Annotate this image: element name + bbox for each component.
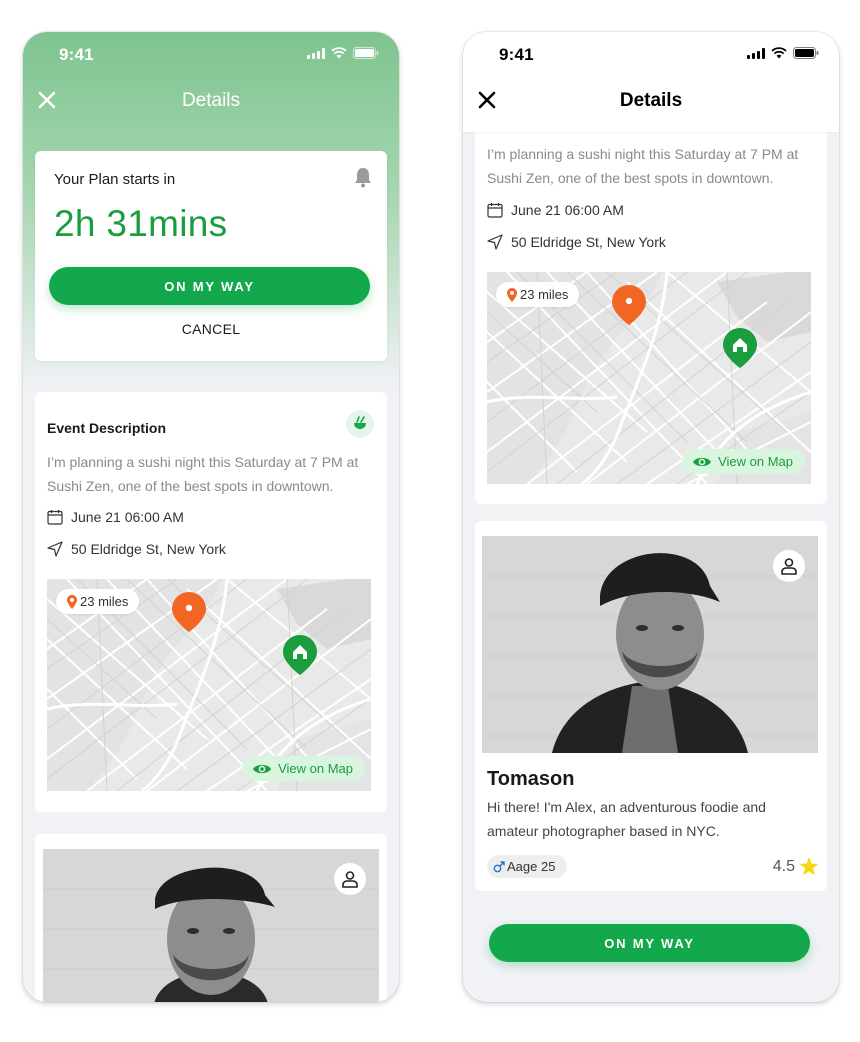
status-icons <box>747 47 819 59</box>
wifi-icon <box>771 47 787 59</box>
calendar-icon <box>47 510 63 525</box>
star-icon <box>799 857 819 876</box>
view-on-map-button[interactable]: View on Map <box>682 449 805 474</box>
profile-name: Tomason <box>487 768 575 790</box>
event-address: 50 Eldridge St, New York <box>71 541 226 557</box>
view-on-map-label: View on Map <box>278 761 353 776</box>
cancel-button[interactable]: CANCEL <box>35 321 387 337</box>
distance-badge: 23 miles <box>496 282 580 307</box>
event-description: I’m planning a sushi night this Saturday… <box>487 146 799 186</box>
countdown-timer: 2h 31mins <box>54 203 228 244</box>
event-date: June 21 06:00 AM <box>511 202 624 218</box>
on-my-way-button[interactable]: ON MY WAY <box>489 924 810 962</box>
rating-value: 4.5 <box>772 857 795 875</box>
status-time: 9:41 <box>59 45 94 64</box>
event-address-row: 50 Eldridge St, New York <box>487 234 666 250</box>
nav-bar: Details <box>23 82 399 118</box>
battery-icon <box>793 47 819 59</box>
nav-bar: Details <box>463 82 839 118</box>
location-pin-icon <box>67 594 77 609</box>
user-profile-icon[interactable] <box>773 550 805 582</box>
page-title: Details <box>619 90 683 111</box>
event-card: I’m planning a sushi night this Saturday… <box>475 92 827 504</box>
status-time: 9:41 <box>499 45 534 64</box>
event-date: June 21 06:00 AM <box>71 509 184 525</box>
profile-card-partial <box>35 834 387 1002</box>
distance-text: 23 miles <box>520 287 569 302</box>
bell-icon[interactable] <box>353 166 373 188</box>
plan-label: Your Plan starts in <box>54 171 176 188</box>
battery-icon <box>353 47 379 59</box>
destination-pin-icon <box>172 592 206 632</box>
distance-text: 23 miles <box>80 594 129 609</box>
wifi-icon <box>331 47 347 59</box>
eye-icon <box>693 457 712 466</box>
on-my-way-button[interactable]: ON MY WAY <box>49 267 370 305</box>
status-bar: 9:41 <box>23 32 399 76</box>
view-on-map-button[interactable]: View on Map <box>242 756 365 781</box>
male-icon <box>493 860 505 872</box>
destination-pin-icon <box>612 285 646 325</box>
plan-card: Your Plan starts in 2h 31mins ON MY WAY … <box>35 151 387 361</box>
event-date-row: June 21 06:00 AM <box>47 509 184 525</box>
event-description: I’m planning a sushi night this Saturday… <box>47 454 359 494</box>
home-pin-icon <box>283 635 317 675</box>
view-on-map-label: View on Map <box>718 454 793 469</box>
signal-icon <box>307 47 325 59</box>
navigation-arrow-icon <box>47 541 63 557</box>
event-map[interactable]: 23 miles View on Map <box>47 579 371 791</box>
food-category-icon <box>346 410 374 438</box>
event-map[interactable]: 23 miles View on Map <box>487 272 811 484</box>
signal-icon <box>747 47 765 59</box>
event-date-row: June 21 06:00 AM <box>487 202 624 218</box>
event-title: Event Description <box>47 420 167 436</box>
right-screen: I’m planning a sushi night this Saturday… <box>463 32 839 1002</box>
left-screen: 9:41 Details Your Plan starts in 2h 31mi… <box>23 32 399 1002</box>
profile-card: Tomason Hi there! I'm Alex, an adventuro… <box>475 521 827 891</box>
distance-badge: 23 miles <box>56 589 140 614</box>
event-address: 50 Eldridge St, New York <box>511 234 666 250</box>
eye-icon <box>253 764 272 773</box>
location-pin-icon <box>507 287 517 302</box>
profile-photo <box>482 536 818 753</box>
calendar-icon <box>487 203 503 218</box>
navigation-arrow-icon <box>487 234 503 250</box>
status-bar: 9:41 <box>463 32 839 76</box>
profile-bio: Hi there! I'm Alex, an adventurous foodi… <box>487 799 766 839</box>
event-card: Event Description I’m planning a sushi n… <box>35 392 387 812</box>
user-profile-icon[interactable] <box>334 863 366 895</box>
profile-photo <box>43 849 379 1002</box>
age-text: Aage 25 <box>507 859 556 874</box>
page-title: Details <box>181 90 241 111</box>
home-pin-icon <box>723 328 757 368</box>
status-icons <box>307 47 379 59</box>
age-badge: Aage 25 <box>487 855 568 878</box>
rating: 4.5 <box>773 857 819 876</box>
event-address-row: 50 Eldridge St, New York <box>47 541 226 557</box>
